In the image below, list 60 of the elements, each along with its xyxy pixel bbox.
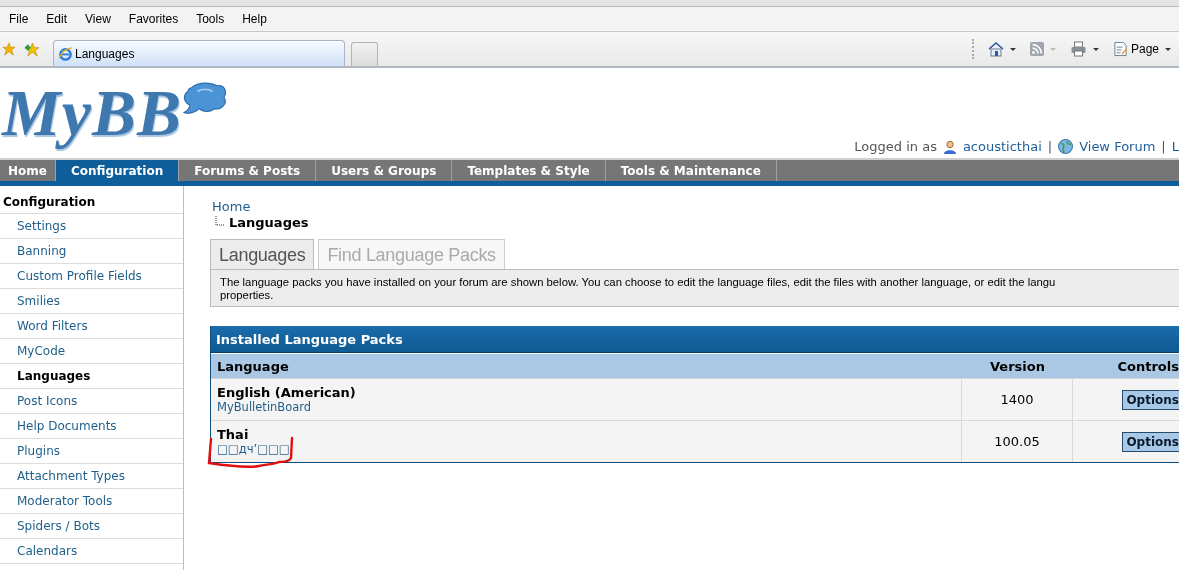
sidebar-item[interactable]: Smilies bbox=[0, 289, 183, 314]
globe-icon bbox=[1058, 139, 1074, 154]
sidebar-item[interactable]: Post Icons bbox=[0, 389, 183, 414]
sidebar-item[interactable]: Calendars bbox=[0, 539, 183, 564]
menu-item[interactable]: Tools bbox=[196, 12, 225, 26]
sidebar-item[interactable]: Settings bbox=[0, 214, 183, 239]
language-name: Thai bbox=[217, 427, 249, 442]
sidebar-item[interactable]: Help Documents bbox=[0, 414, 183, 439]
rss-feed-icon[interactable] bbox=[1029, 42, 1044, 56]
options-button[interactable]: Options bbox=[1122, 431, 1179, 452]
header-link[interactable]: View Forum bbox=[1079, 139, 1156, 154]
breadcrumb-current: Languages bbox=[229, 215, 309, 230]
dropdown-arrow-icon[interactable] bbox=[1165, 47, 1171, 51]
home-icon[interactable] bbox=[987, 41, 1004, 57]
page-menu-button[interactable]: Page bbox=[1112, 41, 1159, 57]
menu-item[interactable]: Edit bbox=[46, 12, 68, 26]
page-tab[interactable]: Languages bbox=[210, 239, 315, 269]
sidebar-title: Configuration bbox=[0, 192, 183, 214]
add-favorite-icon[interactable] bbox=[24, 41, 39, 57]
dropdown-arrow-icon[interactable] bbox=[1092, 47, 1099, 51]
sidebar-item[interactable]: Banning bbox=[0, 239, 183, 264]
sidebar-item[interactable]: Languages bbox=[0, 364, 183, 389]
separator: | bbox=[1161, 139, 1166, 154]
tab-title: Languages bbox=[75, 46, 135, 61]
menu-item[interactable]: Favorites bbox=[128, 12, 179, 26]
breadcrumb-home-link[interactable]: Home bbox=[212, 199, 251, 214]
sidebar-item[interactable]: Word Filters bbox=[0, 314, 183, 339]
language-author-link[interactable]: MyBulletinBoard bbox=[217, 400, 312, 414]
column-header: Language bbox=[216, 357, 290, 376]
mybb-logo[interactable]: MyBB bbox=[0, 78, 183, 148]
breadcrumb-connector-icon bbox=[215, 215, 225, 226]
sidebar-item[interactable]: Moderator Tools bbox=[0, 489, 183, 514]
options-button[interactable]: Options bbox=[1122, 389, 1179, 410]
separator: | bbox=[1047, 139, 1053, 154]
column-header: Controls bbox=[1116, 357, 1179, 376]
print-icon[interactable] bbox=[1069, 41, 1087, 57]
favorites-star-icon[interactable] bbox=[2, 42, 16, 56]
language-author-link[interactable]: □□дч’□□□ bbox=[217, 442, 290, 456]
sidebar-item[interactable]: Custom Profile Fields bbox=[0, 264, 183, 289]
table-title: Installed Language Packs bbox=[211, 326, 1179, 353]
language-name: English (American) bbox=[217, 385, 356, 400]
menu-item[interactable]: File bbox=[9, 12, 29, 26]
dropdown-arrow-icon[interactable] bbox=[1009, 47, 1016, 51]
menu-item[interactable]: View bbox=[85, 12, 111, 26]
sidebar-item[interactable]: MyCode bbox=[0, 339, 183, 364]
page-icon bbox=[1112, 41, 1128, 57]
sidebar-item[interactable]: Attachment Types bbox=[0, 464, 183, 489]
logged-in-label: Logged in as bbox=[854, 139, 937, 154]
menu-item[interactable]: Help bbox=[242, 12, 267, 26]
username-link[interactable]: acousticthai bbox=[962, 139, 1042, 154]
sidebar-item[interactable]: Plugins bbox=[0, 439, 183, 464]
browser-tab[interactable]: Languages bbox=[53, 40, 345, 66]
user-icon bbox=[942, 139, 957, 154]
column-header: Version bbox=[989, 357, 1046, 376]
table-cell: 100.05 bbox=[962, 421, 1073, 462]
nav-tab[interactable]: Configuration bbox=[55, 160, 180, 181]
sidebar-item[interactable]: Spiders / Bots bbox=[0, 514, 183, 539]
description-text: The language packs you have installed on your forum are shown below. You can choose to edit the language files, edit the files with another language, or edit the langu properties. bbox=[220, 276, 1057, 302]
browser-logo-icon bbox=[58, 46, 73, 61]
header-link[interactable]: L bbox=[1171, 139, 1179, 154]
